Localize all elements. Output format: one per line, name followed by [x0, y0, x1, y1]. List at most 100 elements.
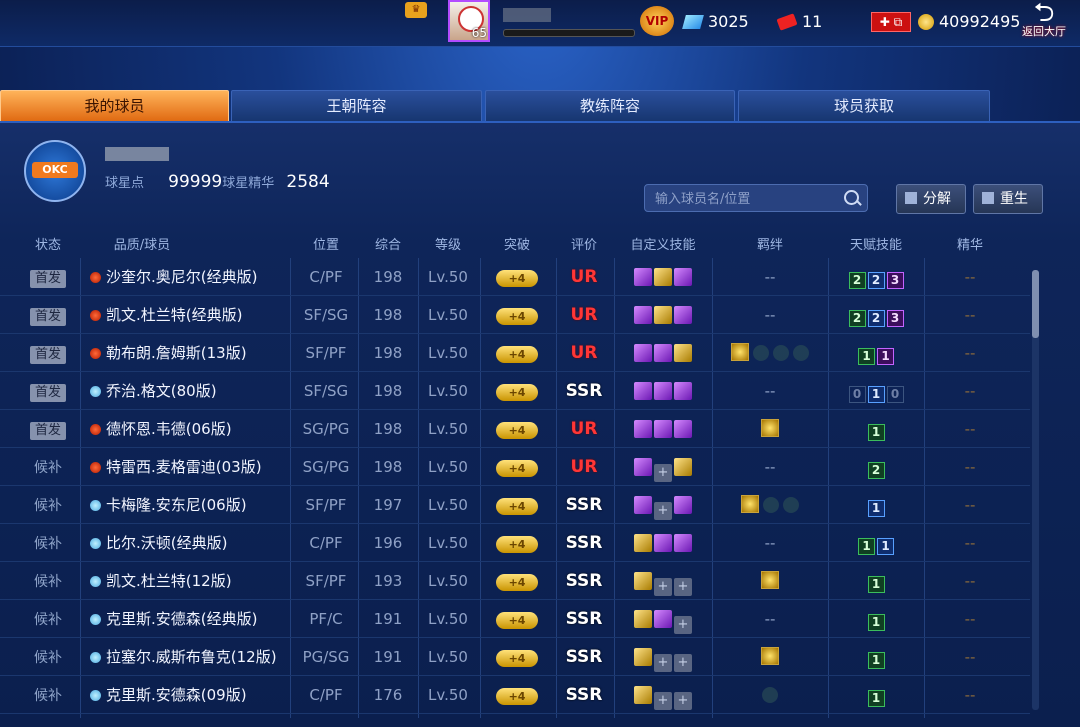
- col-talents[interactable]: 天赋技能: [828, 234, 924, 253]
- table-row[interactable]: 候补 比尔.沃顿(经典版) C/PF 196 Lv.50 +4 SSR -- 1 1 --: [0, 524, 1030, 562]
- col-overall[interactable]: 综合: [358, 234, 418, 253]
- talent-level[interactable]: 1: [877, 348, 894, 365]
- table-row[interactable]: 候补 克里斯.安德森(09版) C/PF 176 Lv.50 +4 SSR 1 --: [0, 676, 1030, 714]
- col-position[interactable]: 位置: [294, 234, 358, 253]
- ticket-counter[interactable]: 11: [776, 12, 822, 31]
- col-player[interactable]: 品质/球员: [86, 234, 198, 253]
- tab-player-acquire[interactable]: 球员获取: [738, 90, 990, 121]
- talent-level[interactable]: 2: [867, 310, 885, 327]
- cell-player[interactable]: 比尔.沃顿(经典版): [90, 524, 290, 562]
- skill-icon[interactable]: [634, 344, 652, 362]
- back-to-lobby-button[interactable]: ⮌ 返回大厅: [1015, 0, 1073, 42]
- talent-level[interactable]: 0: [848, 386, 866, 403]
- cell-player[interactable]: 卡梅隆.安东尼(06版): [90, 486, 290, 524]
- bond-icon[interactable]: [762, 687, 778, 703]
- empty-skill-slot-icon[interactable]: [654, 502, 672, 520]
- talent-level[interactable]: 1: [867, 386, 885, 403]
- cell-player[interactable]: 特雷西.麦格雷迪(03版): [90, 448, 290, 486]
- talent-level[interactable]: 2: [867, 462, 885, 479]
- empty-skill-slot-icon[interactable]: [674, 578, 692, 596]
- breakthrough-badge[interactable]: +4: [496, 612, 538, 629]
- table-row[interactable]: 首发 德怀恩.韦德(06版) SG/PG 198 Lv.50 +4 UR 1 --: [0, 410, 1030, 448]
- tab-my-players[interactable]: 我的球员: [0, 90, 229, 121]
- skill-icon[interactable]: [674, 420, 692, 438]
- skill-icon[interactable]: [674, 344, 692, 362]
- skill-icon[interactable]: [634, 420, 652, 438]
- empty-skill-slot-icon[interactable]: [674, 616, 692, 634]
- gold-counter[interactable]: 40992495: [918, 12, 1020, 31]
- talent-level[interactable]: 3: [886, 272, 904, 289]
- skill-icon[interactable]: [634, 534, 652, 552]
- scrollbar[interactable]: [1032, 270, 1039, 710]
- empty-skill-slot-icon[interactable]: [654, 578, 672, 596]
- cell-player[interactable]: 拉塞尔.威斯布鲁克(12版): [90, 638, 290, 676]
- diamond-counter[interactable]: 3025: [682, 12, 749, 31]
- table-row[interactable]: 候补 特雷西.麦格雷迪(03版) SG/PG 198 Lv.50 +4 UR -- 2 --: [0, 448, 1030, 486]
- breakthrough-badge[interactable]: +4: [496, 498, 538, 515]
- bond-icon[interactable]: [761, 419, 779, 437]
- breakthrough-badge[interactable]: +4: [496, 688, 538, 705]
- scrollbar-thumb[interactable]: [1032, 270, 1039, 338]
- skill-icon[interactable]: [674, 382, 692, 400]
- breakthrough-badge[interactable]: +4: [496, 422, 538, 439]
- cell-player[interactable]: 凯文.杜兰特(经典版): [90, 296, 290, 334]
- breakthrough-badge[interactable]: +4: [496, 308, 538, 325]
- bond-icon[interactable]: [793, 345, 809, 361]
- table-row[interactable]: 候补 卡梅隆.安东尼(06版) SF/PF 197 Lv.50 +4 SSR 1 --: [0, 486, 1030, 524]
- skill-icon[interactable]: [674, 496, 692, 514]
- cell-player[interactable]: 克里斯.安德森(09版): [90, 676, 290, 714]
- talent-level[interactable]: 2: [867, 272, 885, 289]
- cell-player[interactable]: 德怀恩.韦德(06版): [90, 410, 290, 448]
- skill-icon[interactable]: [634, 458, 652, 476]
- talent-level[interactable]: 2: [848, 272, 866, 289]
- skill-icon[interactable]: [654, 610, 672, 628]
- empty-skill-slot-icon[interactable]: [654, 654, 672, 672]
- breakthrough-badge[interactable]: +4: [496, 270, 538, 287]
- talent-level[interactable]: 1: [858, 538, 875, 555]
- skill-icon[interactable]: [634, 382, 652, 400]
- table-row[interactable]: 首发 乔治.格文(80版) SF/SG 198 Lv.50 +4 SSR -- 0 1 0 --: [0, 372, 1030, 410]
- search-input[interactable]: [653, 188, 837, 210]
- table-row[interactable]: 候补 凯文.杜兰特(12版) SF/PF 193 Lv.50 +4 SSR 1 --: [0, 562, 1030, 600]
- bond-icon[interactable]: [753, 345, 769, 361]
- talent-level[interactable]: 1: [877, 538, 894, 555]
- skill-icon[interactable]: [634, 268, 652, 286]
- bond-icon[interactable]: [763, 497, 779, 513]
- skill-icon[interactable]: [674, 534, 692, 552]
- col-essence[interactable]: 精华: [924, 234, 1016, 253]
- skill-icon[interactable]: [634, 572, 652, 590]
- skill-icon[interactable]: [654, 420, 672, 438]
- skill-icon[interactable]: [634, 648, 652, 666]
- skill-icon[interactable]: [634, 686, 652, 704]
- bond-icon[interactable]: [761, 571, 779, 589]
- skill-icon[interactable]: [654, 268, 672, 286]
- col-breakthrough[interactable]: 突破: [480, 234, 554, 253]
- talent-level[interactable]: 0: [886, 386, 904, 403]
- add-currency-button[interactable]: ✚ ⧉: [871, 12, 911, 32]
- cell-player[interactable]: 凯文.杜兰特(12版): [90, 562, 290, 600]
- bond-icon[interactable]: [741, 495, 759, 513]
- empty-skill-slot-icon[interactable]: [674, 654, 692, 672]
- talent-level[interactable]: 1: [867, 424, 885, 441]
- rebirth-button[interactable]: 重生: [973, 184, 1043, 214]
- talent-level[interactable]: 2: [848, 310, 866, 327]
- skill-icon[interactable]: [674, 458, 692, 476]
- col-status[interactable]: 状态: [20, 234, 76, 253]
- bond-icon[interactable]: [783, 497, 799, 513]
- breakthrough-badge[interactable]: +4: [496, 384, 538, 401]
- cell-player[interactable]: 沙奎尔.奥尼尔(经典版): [90, 258, 290, 296]
- talent-level[interactable]: 1: [867, 614, 885, 631]
- empty-skill-slot-icon[interactable]: [654, 464, 672, 482]
- skill-icon[interactable]: [674, 306, 692, 324]
- breakthrough-badge[interactable]: +4: [496, 574, 538, 591]
- search-icon[interactable]: [844, 190, 859, 205]
- crown-icon[interactable]: ♛: [405, 2, 427, 18]
- skill-icon[interactable]: [654, 382, 672, 400]
- breakthrough-badge[interactable]: +4: [496, 536, 538, 553]
- bond-icon[interactable]: [761, 647, 779, 665]
- skill-icon[interactable]: [654, 534, 672, 552]
- breakthrough-badge[interactable]: +4: [496, 460, 538, 477]
- breakthrough-badge[interactable]: +4: [496, 346, 538, 363]
- skill-icon[interactable]: [654, 344, 672, 362]
- empty-skill-slot-icon[interactable]: [674, 692, 692, 710]
